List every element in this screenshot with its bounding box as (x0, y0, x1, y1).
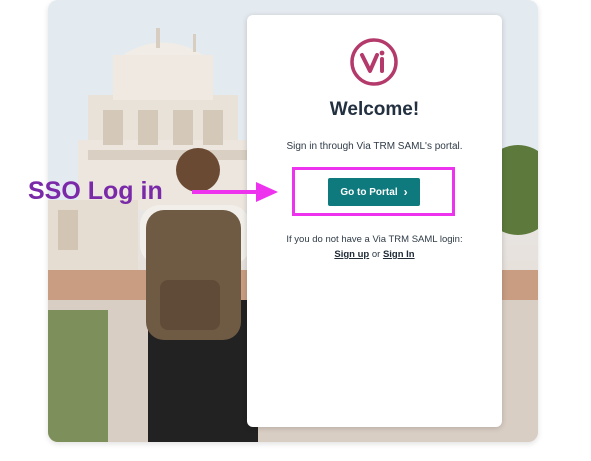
sign-up-link[interactable]: Sign up (334, 249, 369, 260)
or-separator: or (369, 249, 383, 260)
no-login-notice: If you do not have a Via TRM SAML login: (286, 234, 463, 245)
arrow-right-icon (190, 180, 280, 209)
welcome-title: Welcome! (329, 99, 420, 120)
signin-instructions: Sign in through Via TRM SAML's portal. (286, 141, 463, 152)
account-links: Sign up or Sign In (247, 249, 502, 260)
via-logo-graphic (350, 38, 398, 86)
login-card: Welcome! Sign in through Via TRM SAML's … (247, 15, 502, 427)
portal-button-highlight (292, 167, 455, 216)
sso-annotation-label: SSO Log in (28, 177, 163, 205)
screenshot-stage: Welcome! Sign in through Via TRM SAML's … (0, 0, 591, 461)
via-logo-icon (349, 37, 399, 87)
annotation-arrow-graphic (192, 182, 278, 202)
sign-in-link[interactable]: Sign In (383, 249, 415, 260)
